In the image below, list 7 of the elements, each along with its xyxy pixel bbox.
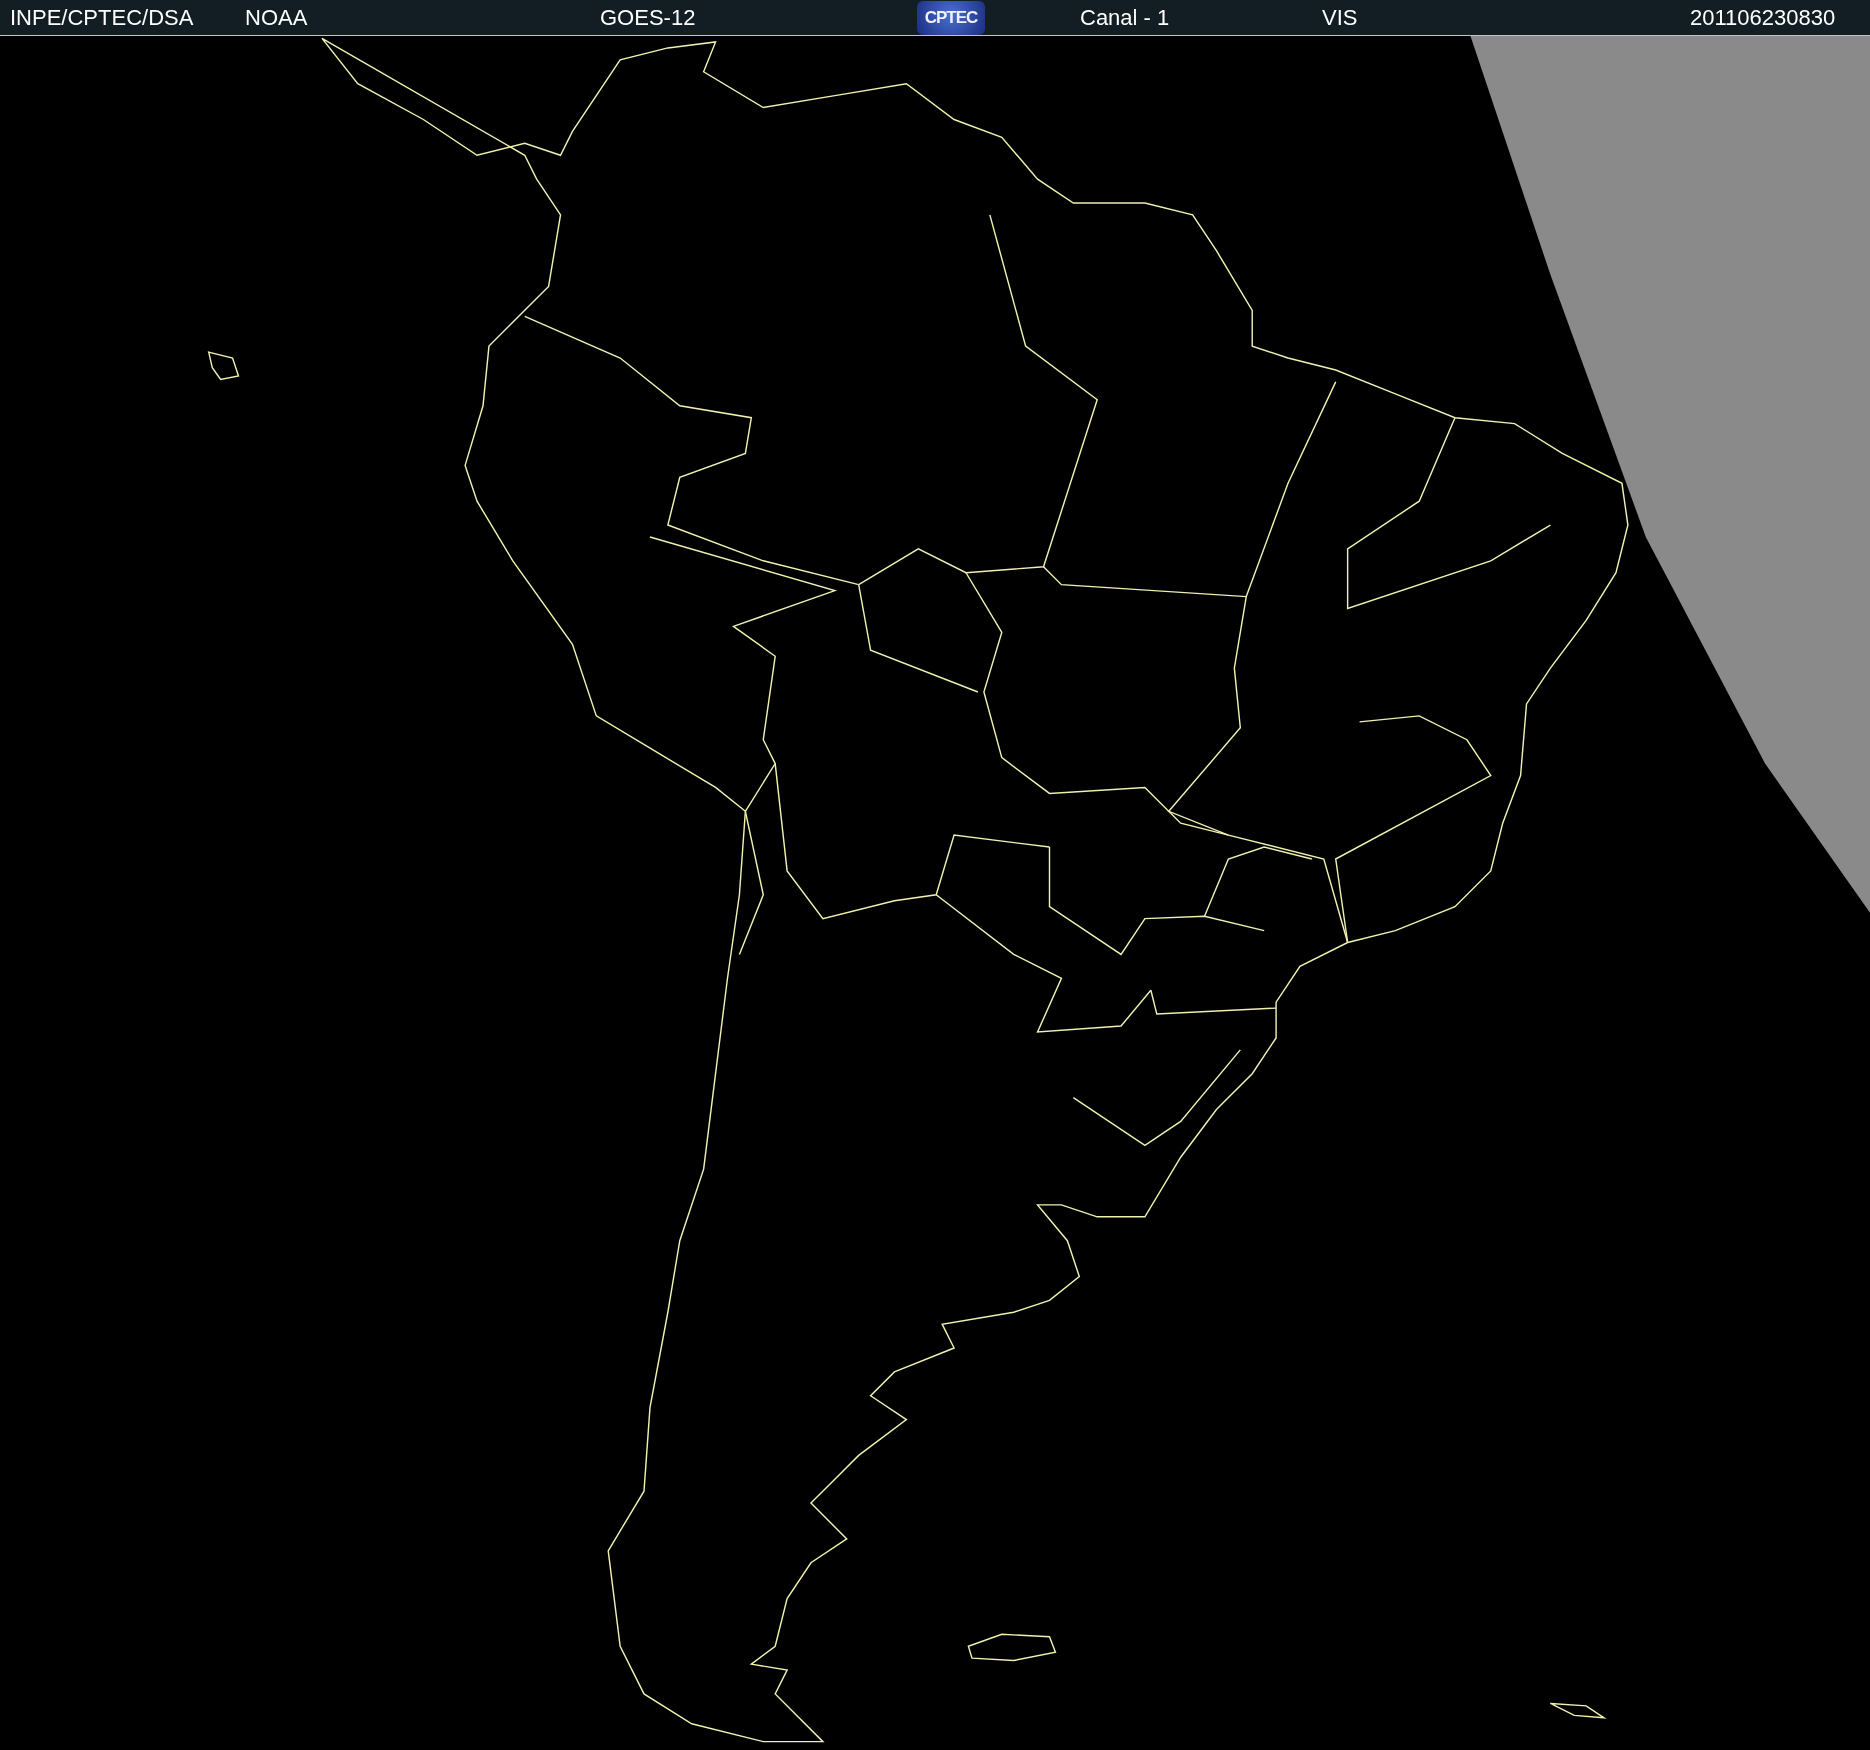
channel-label: Canal - 1 bbox=[1080, 4, 1171, 31]
satellite-label: GOES-12 bbox=[600, 4, 697, 31]
band-label: VIS bbox=[1322, 4, 1359, 31]
logo: CPTEC bbox=[917, 0, 985, 35]
source-label: INPE/CPTEC/DSA bbox=[9, 4, 195, 31]
agency-label: NOAA bbox=[245, 4, 309, 31]
timestamp-label: 201106230830 bbox=[1690, 4, 1837, 31]
